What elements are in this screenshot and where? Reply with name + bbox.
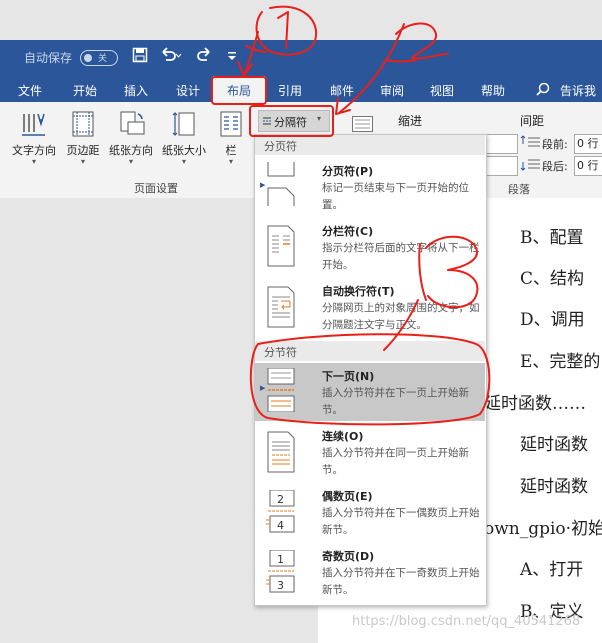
spacing-before-input[interactable]: 0 行	[574, 134, 602, 154]
lightbulb-search-icon[interactable]	[536, 82, 550, 99]
breaks-label: 分隔符	[274, 116, 307, 129]
tab-file[interactable]: 文件	[18, 82, 42, 99]
margins-button[interactable]: 页边距 ▾	[62, 110, 104, 166]
tab-home[interactable]: 开始	[73, 82, 97, 99]
text-wrapping-break-title: 自动换行符(T)	[322, 285, 395, 298]
spacing-after-value: 0 行	[577, 159, 599, 172]
page-breaks-header: 分页符	[255, 135, 485, 155]
autosave-state: 关	[98, 54, 108, 64]
svg-text:1: 1	[277, 553, 284, 566]
doc-line: E、完整的	[520, 352, 601, 372]
continuous-title: 连续(O)	[322, 430, 364, 443]
text-wrapping-break-icon	[267, 286, 295, 328]
text-wrapping-break-desc: 分隔网页上的对象周围的文字，如分隔题注文字与正文。	[322, 302, 480, 331]
size-label: 纸张大小	[162, 144, 206, 157]
next-page-icon	[267, 368, 295, 412]
continuous-desc: 插入分节符并在同一页上开始新节。	[322, 447, 469, 476]
even-page-desc: 插入分节符并在下一偶数页上开始新节。	[322, 507, 480, 536]
section-breaks-header: 分节符	[255, 341, 485, 361]
column-break-title: 分栏符(C)	[322, 225, 374, 238]
column-break-icon	[267, 225, 295, 267]
save-icon[interactable]	[132, 47, 148, 67]
tab-references[interactable]: 引用	[278, 82, 302, 99]
doc-line: 延时函数	[520, 477, 588, 497]
indent-label: 缩进	[398, 114, 423, 128]
next-page-title: 下一页(N)	[322, 370, 375, 383]
doc-line: 延时函数	[520, 435, 588, 455]
svg-text:2: 2	[277, 493, 284, 506]
column-break-desc: 指示分栏符后面的文字将从下一栏开始。	[322, 242, 480, 271]
tab-mailings[interactable]: 邮件	[330, 82, 354, 99]
spacing-before-icon	[520, 134, 544, 152]
breaks-button[interactable]: 分隔符 ▾	[258, 110, 330, 132]
margins-label: 页边距	[66, 144, 100, 157]
svg-text:4: 4	[277, 519, 284, 532]
doc-line: A、打开	[520, 560, 584, 580]
spacing-before-label: 段前:	[542, 138, 568, 151]
group-page-setup-label: 页面设置	[134, 182, 178, 195]
document-margin-area	[0, 198, 255, 643]
tab-help[interactable]: 帮助	[481, 82, 505, 99]
doc-line: B、配置	[520, 228, 584, 248]
columns-button[interactable]: 栏 ▾	[216, 110, 246, 166]
indent-left-input[interactable]	[486, 134, 518, 154]
doc-line: 延时函数……	[484, 394, 586, 414]
autosave-label: 自动保存	[24, 51, 73, 65]
odd-page-title: 奇数页(D)	[322, 550, 375, 563]
text-direction-button[interactable]: 文字方向 ▾	[8, 110, 60, 166]
undo-icon[interactable]	[160, 47, 182, 67]
spacing-after-icon	[520, 156, 544, 174]
text-direction-icon	[21, 110, 47, 138]
even-page-title: 偶数页(E)	[322, 490, 373, 503]
margins-icon	[70, 110, 96, 138]
orientation-button[interactable]: 纸张方向 ▾	[104, 110, 158, 166]
indent-right-input[interactable]	[486, 156, 518, 176]
autosave-toggle[interactable]: 关	[80, 50, 118, 66]
spacing-label: 间距	[520, 114, 545, 128]
spacing-before-value: 0 行	[577, 137, 599, 150]
watermark: https://blog.csdn.net/qq_40541268	[352, 614, 581, 629]
group-paragraph-label: 段落	[508, 183, 530, 196]
svg-text:3: 3	[277, 579, 284, 592]
even-page-icon: 24	[266, 490, 295, 533]
tab-design[interactable]: 设计	[176, 82, 200, 99]
tell-me-box[interactable]: 告诉我	[560, 82, 596, 99]
breaks-icon	[263, 117, 271, 125]
tab-insert[interactable]: 插入	[124, 82, 148, 99]
size-icon	[171, 110, 197, 138]
tab-layout[interactable]: 布局	[227, 82, 251, 99]
line-numbers-icon[interactable]	[352, 116, 374, 132]
odd-page-desc: 插入分节符并在下一奇数页上开始新节。	[322, 567, 480, 596]
doc-line: C、结构	[520, 269, 585, 289]
doc-line: D、调用	[520, 310, 585, 330]
continuous-icon	[267, 431, 295, 473]
next-page-desc: 插入分节符并在下一页上开始新节。	[322, 387, 469, 416]
columns-icon	[218, 110, 244, 138]
orientation-icon	[118, 110, 145, 138]
size-button[interactable]: 纸张大小 ▾	[158, 110, 210, 166]
columns-label: 栏	[225, 144, 237, 157]
odd-page-icon: 13	[266, 550, 295, 593]
doc-line: own_gpio·初始	[484, 519, 602, 539]
spacing-after-label: 段后:	[542, 160, 568, 173]
customize-icon[interactable]	[228, 52, 236, 65]
page-break-icon	[267, 162, 295, 206]
redo-icon[interactable]	[196, 47, 212, 67]
tab-view[interactable]: 视图	[430, 82, 454, 99]
tab-review[interactable]: 审阅	[380, 82, 404, 99]
spacing-after-input[interactable]: 0 行	[574, 156, 602, 176]
page-break-title: 分页符(P)	[322, 165, 374, 178]
orientation-label: 纸张方向	[109, 144, 153, 157]
page-break-desc: 标记一页结束与下一页开始的位置。	[322, 182, 469, 211]
text-direction-label: 文字方向	[12, 144, 56, 157]
